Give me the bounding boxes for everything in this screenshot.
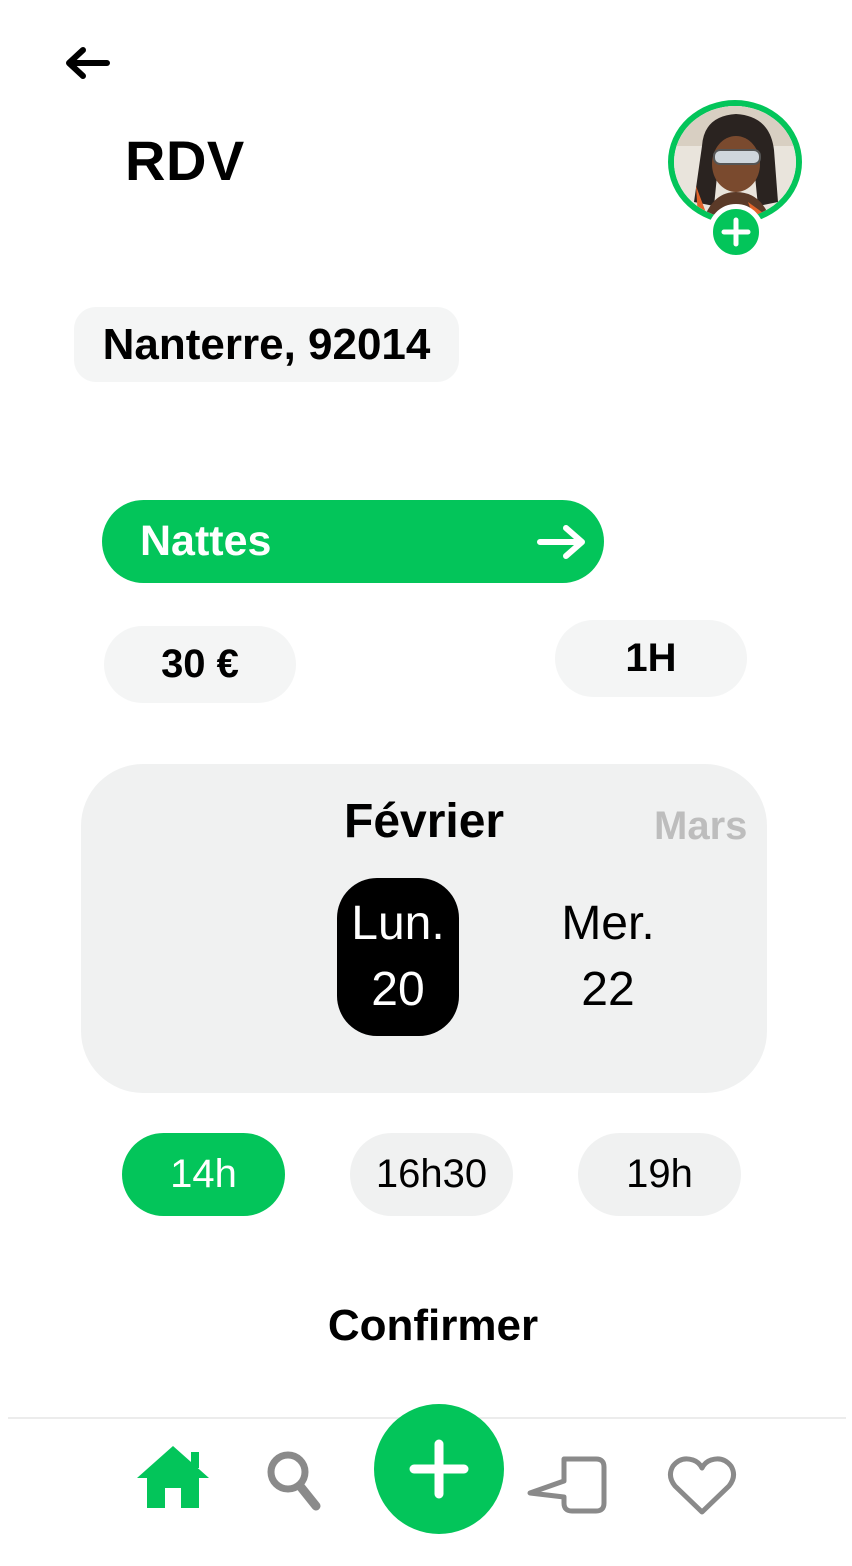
- confirm-button[interactable]: Confirmer: [326, 1296, 540, 1356]
- time-slot-selected[interactable]: 14h: [122, 1133, 285, 1216]
- heart-icon: [667, 1456, 737, 1515]
- home-icon: [137, 1446, 209, 1508]
- chat-icon: [527, 1456, 607, 1514]
- nav-home[interactable]: [134, 1440, 212, 1514]
- day-date: 20: [371, 963, 425, 1016]
- arrow-right-icon: [537, 524, 585, 559]
- arrow-left-icon: [66, 47, 110, 79]
- search-icon: [267, 1451, 321, 1511]
- service-button[interactable]: Nattes: [102, 500, 604, 583]
- nav-favorites[interactable]: [666, 1452, 738, 1518]
- time-slot[interactable]: 19h: [578, 1133, 741, 1216]
- page-title: RDV: [125, 129, 245, 192]
- price-badge: 30 €: [104, 626, 296, 703]
- plus-icon: [409, 1439, 469, 1499]
- date-picker[interactable]: Février Mars Lun. 20 Mer. 22 V 2: [81, 764, 767, 1093]
- back-button[interactable]: [60, 40, 114, 86]
- add-photo-button[interactable]: [708, 204, 764, 260]
- location-chip[interactable]: Nanterre, 92014: [74, 307, 459, 382]
- plus-icon: [721, 217, 751, 247]
- month-next[interactable]: Mars: [654, 804, 747, 849]
- day-weekday: Mer.: [561, 897, 655, 950]
- time-slot[interactable]: 16h30: [350, 1133, 513, 1216]
- duration-badge: 1H: [555, 620, 747, 697]
- day-item[interactable]: Mer. 22: [547, 878, 669, 1036]
- day-weekday: Lun.: [351, 897, 445, 950]
- nav-add-button[interactable]: [374, 1404, 504, 1534]
- day-item[interactable]: V 2: [743, 878, 767, 1036]
- day-date: 22: [581, 963, 635, 1016]
- avatar-image: [674, 106, 796, 218]
- nav-messages[interactable]: [524, 1452, 610, 1518]
- nav-search[interactable]: [262, 1446, 326, 1514]
- day-item-selected[interactable]: Lun. 20: [337, 878, 459, 1036]
- service-label: Nattes: [140, 517, 272, 565]
- month-current[interactable]: Février: [344, 794, 504, 849]
